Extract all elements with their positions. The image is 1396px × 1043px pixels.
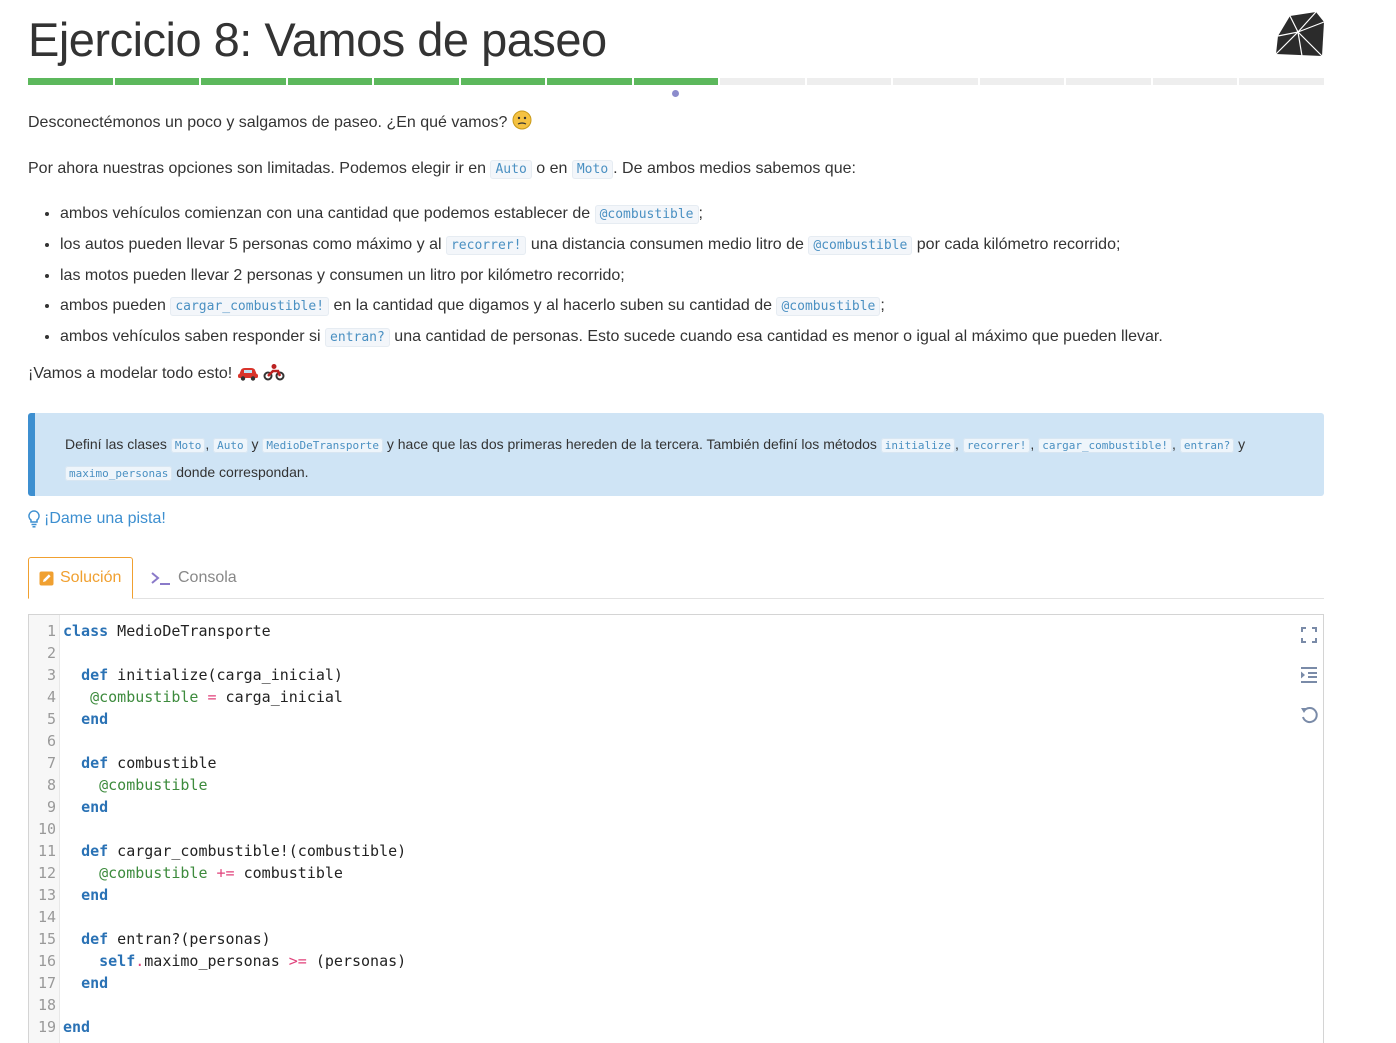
exercise-description: Desconectémonos un poco y salgamos de pa… bbox=[28, 110, 1328, 409]
fullscreen-icon[interactable] bbox=[1299, 625, 1319, 645]
page-title: Ejercicio 8: Vamos de paseo bbox=[28, 13, 607, 66]
intro-paragraph-2: Por ahora nuestras opciones son limitada… bbox=[28, 160, 856, 179]
progress-segment[interactable] bbox=[28, 78, 113, 85]
code-line: 18 bbox=[37, 996, 56, 1014]
motorcycle-icon bbox=[263, 364, 285, 381]
code-line: 6 bbox=[46, 732, 56, 750]
edit-icon bbox=[39, 571, 54, 585]
thinking-face-icon bbox=[512, 110, 532, 130]
tab-solucion[interactable]: Solución bbox=[28, 557, 133, 599]
tab-consola[interactable]: Consola bbox=[140, 557, 247, 599]
progress-segment[interactable] bbox=[1239, 78, 1324, 85]
code-editor[interactable]: 1 class MedioDeTransporte 2 3 def initial… bbox=[28, 614, 1324, 1043]
code-line: 12 @combustible += combustible bbox=[37, 864, 343, 882]
code-line: 17 end bbox=[37, 974, 109, 992]
code-line: 4 @combustible = carga_inicial bbox=[46, 688, 343, 706]
task-callout: Definí las clases Moto, Auto y MedioDeTr… bbox=[28, 413, 1324, 496]
progress-segment[interactable] bbox=[720, 78, 805, 85]
code-line: 16 self.maximo_personas >= (personas) bbox=[37, 952, 407, 970]
code-line: 15 def entran?(personas) bbox=[37, 930, 271, 948]
indent-icon[interactable] bbox=[1299, 665, 1319, 685]
progress-segment[interactable] bbox=[287, 78, 373, 85]
progress-segment[interactable] bbox=[201, 78, 286, 85]
code-moto: Moto bbox=[571, 160, 614, 179]
progress-segment[interactable] bbox=[1066, 78, 1151, 85]
code-line: 3 def initialize(carga_inicial) bbox=[46, 666, 343, 684]
reset-icon[interactable] bbox=[1299, 705, 1319, 725]
code-line: 8 @combustible bbox=[46, 776, 208, 794]
list-item: ambos vehículos saben responder si entra… bbox=[60, 326, 1328, 349]
outro-paragraph: ¡Vamos a modelar todo esto! bbox=[28, 363, 1328, 385]
code-line: 2 bbox=[46, 644, 56, 662]
progress-segment[interactable] bbox=[374, 78, 459, 85]
progress-segment[interactable] bbox=[1152, 78, 1238, 85]
exercise-progress-bar bbox=[28, 78, 1324, 86]
code-line: 10 bbox=[37, 820, 56, 838]
code-lines[interactable]: 1 class MedioDeTransporte 2 3 def initial… bbox=[29, 620, 406, 1038]
requirements-list: ambos vehículos comienzan con una cantid… bbox=[60, 203, 1328, 349]
list-item: los autos pueden llevar 5 personas como … bbox=[60, 234, 1328, 257]
progress-segment[interactable] bbox=[633, 78, 719, 85]
code-line: 11 def cargar_combustible!(combustible) bbox=[37, 842, 407, 860]
current-exercise-marker bbox=[672, 90, 679, 97]
ruby-logo-icon bbox=[1275, 11, 1325, 57]
car-icon bbox=[237, 368, 258, 381]
code-line: 1 class MedioDeTransporte bbox=[46, 622, 271, 640]
progress-segment[interactable] bbox=[806, 78, 892, 85]
terminal-icon bbox=[151, 572, 170, 585]
list-item: las motos pueden llevar 2 personas y con… bbox=[60, 265, 1328, 287]
code-auto: Auto bbox=[490, 160, 532, 179]
code-line: 13 end bbox=[37, 886, 109, 904]
list-item: ambos vehículos comienzan con una cantid… bbox=[60, 203, 1328, 226]
code-line: 7 def combustible bbox=[46, 754, 217, 772]
code-line: 14 bbox=[37, 908, 56, 926]
list-item: ambos pueden cargar_combustible! en la c… bbox=[60, 295, 1328, 318]
progress-segment[interactable] bbox=[547, 78, 632, 85]
intro-paragraph-1: Desconectémonos un poco y salgamos de pa… bbox=[28, 110, 1328, 134]
code-line: 9 end bbox=[46, 798, 109, 816]
progress-segment[interactable] bbox=[460, 78, 546, 85]
progress-segment[interactable] bbox=[979, 78, 1065, 85]
editor-tabs: Solución Consola bbox=[28, 557, 1324, 599]
hint-link[interactable]: ¡Dame una pista! bbox=[28, 510, 166, 528]
progress-segment[interactable] bbox=[893, 78, 978, 85]
code-line: 19 end bbox=[37, 1018, 91, 1036]
progress-segment[interactable] bbox=[114, 78, 200, 85]
code-line: 5 end bbox=[46, 710, 109, 728]
lightbulb-icon bbox=[28, 510, 40, 528]
